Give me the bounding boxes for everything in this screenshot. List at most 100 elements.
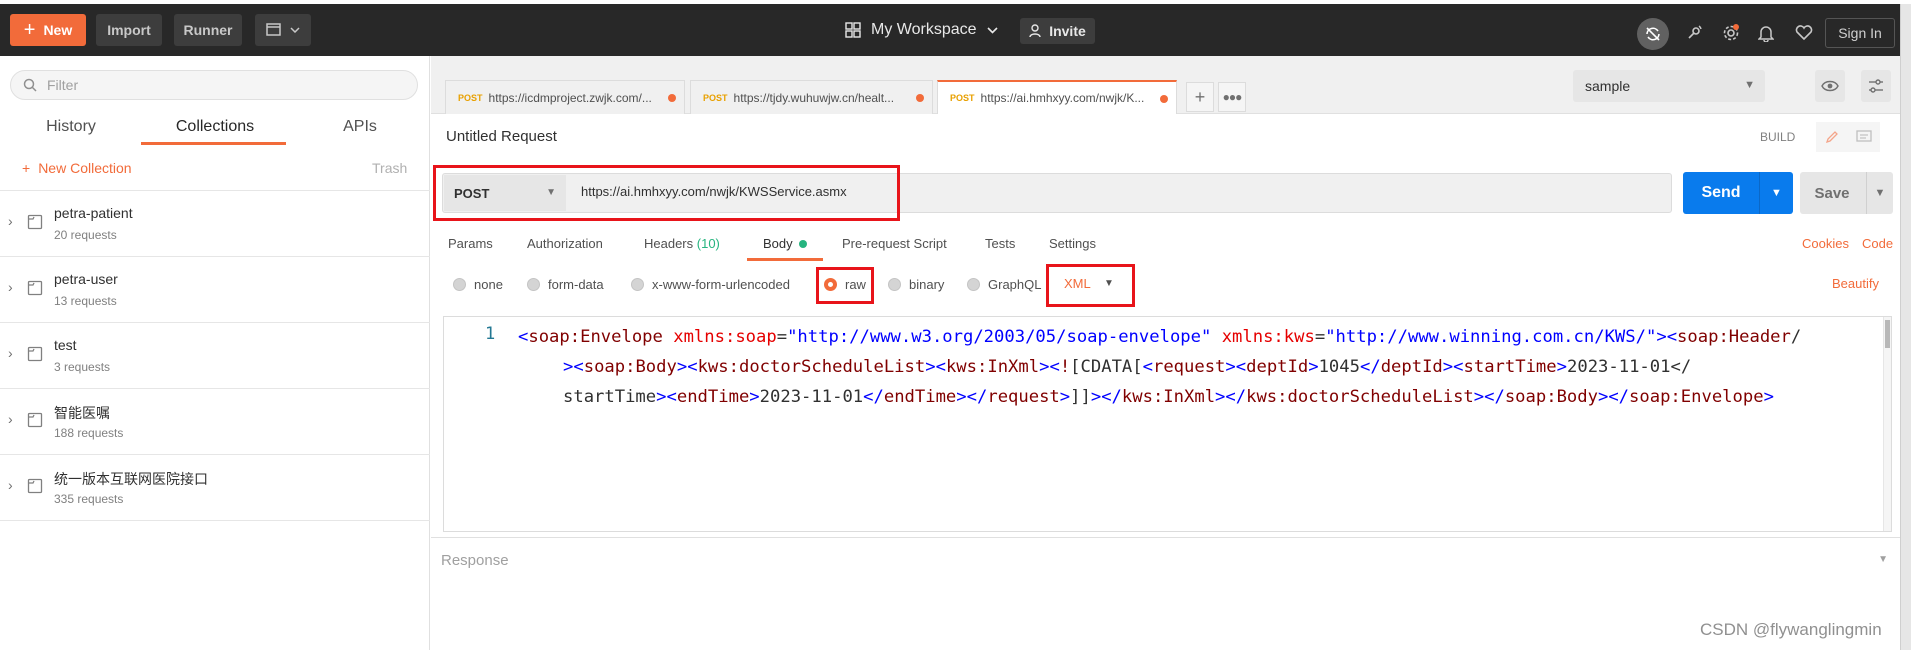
new-window-button[interactable] bbox=[255, 14, 311, 46]
unsaved-dot-icon bbox=[668, 94, 676, 102]
environment-quick-look-button[interactable] bbox=[1815, 70, 1845, 102]
satellite-icon bbox=[1688, 25, 1702, 39]
sign-in-button[interactable]: Sign In bbox=[1825, 18, 1895, 48]
collection-item[interactable]: › test 3 requests bbox=[0, 323, 430, 389]
beautify-link[interactable]: Beautify bbox=[1832, 276, 1879, 291]
collection-item[interactable]: › 智能医嘱 188 requests bbox=[0, 389, 430, 455]
collection-item[interactable]: › 统一版本互联网医院接口 335 requests bbox=[0, 455, 430, 521]
chevron-right-icon[interactable]: › bbox=[8, 345, 13, 361]
body-type-graphql[interactable]: GraphQL bbox=[967, 275, 1041, 293]
window-scrollbar[interactable] bbox=[1900, 4, 1911, 650]
chevron-right-icon[interactable]: › bbox=[8, 411, 13, 427]
add-user-icon bbox=[1029, 24, 1041, 38]
tab-collections[interactable]: Collections bbox=[170, 118, 260, 136]
tab-params[interactable]: Params bbox=[448, 236, 493, 251]
tab-history[interactable]: History bbox=[44, 118, 98, 136]
code-content[interactable]: <soap:Envelope xmlns:soap="http://www.w3… bbox=[518, 322, 1878, 412]
request-title[interactable]: Untitled Request bbox=[446, 128, 557, 145]
tab-settings[interactable]: Settings bbox=[1049, 236, 1096, 251]
url-input[interactable]: https://ai.hmhxyy.com/nwjk/KWSService.as… bbox=[581, 184, 847, 199]
collection-item[interactable]: › petra-user 13 requests bbox=[0, 257, 430, 323]
tab-options-button[interactable]: ●●● bbox=[1218, 82, 1246, 112]
radio-selected-icon bbox=[824, 277, 837, 291]
chevron-right-icon[interactable]: › bbox=[8, 477, 13, 493]
collection-name: petra-user bbox=[54, 271, 118, 287]
workspace-selector[interactable]: My Workspace bbox=[845, 14, 998, 46]
body-type-binary[interactable]: binary bbox=[888, 275, 944, 293]
interceptor-button[interactable] bbox=[1679, 18, 1709, 48]
runner-button-label: Runner bbox=[183, 22, 233, 38]
edit-button[interactable] bbox=[1816, 122, 1848, 152]
collection-folder-icon bbox=[27, 412, 43, 428]
method-select[interactable]: POST ▼ bbox=[444, 175, 566, 211]
body-type-none[interactable]: none bbox=[453, 275, 503, 293]
send-button[interactable]: Send ▼ bbox=[1683, 172, 1793, 214]
body-type-raw[interactable]: raw bbox=[824, 275, 866, 293]
response-label: Response bbox=[441, 552, 509, 569]
collection-name: 智能医嘱 bbox=[54, 405, 110, 421]
notifications-button[interactable] bbox=[1751, 18, 1781, 48]
environment-selector[interactable]: sample ▼ bbox=[1573, 70, 1765, 102]
body-type-urlencoded[interactable]: x-www-form-urlencoded bbox=[631, 275, 790, 293]
comments-button[interactable] bbox=[1848, 122, 1880, 152]
collection-name: 统一版本互联网医院接口 bbox=[54, 471, 208, 487]
request-tab[interactable]: POST https://icdmproject.zwjk.com/... bbox=[445, 80, 685, 114]
collection-name: test bbox=[54, 337, 77, 353]
tab-pre-request-script[interactable]: Pre-request Script bbox=[842, 236, 947, 251]
unsaved-dot-icon bbox=[1160, 95, 1168, 103]
comment-icon bbox=[1856, 130, 1872, 142]
editor-scrollbar[interactable] bbox=[1883, 317, 1891, 531]
header-bar: + New Import Runner My Workspace Invite … bbox=[0, 4, 1911, 56]
environment-label: sample bbox=[1585, 78, 1631, 94]
collection-folder-icon bbox=[27, 478, 43, 494]
new-tab-button[interactable]: + bbox=[1186, 82, 1214, 112]
body-type-label: form-data bbox=[548, 276, 604, 292]
collection-item[interactable]: › petra-patient 20 requests bbox=[0, 191, 430, 257]
chevron-right-icon[interactable]: › bbox=[8, 213, 13, 229]
response-panel[interactable]: Response ▼ bbox=[431, 537, 1900, 581]
code-line: <soap:Envelope xmlns:soap="http://www.w3… bbox=[518, 327, 1802, 347]
trash-link[interactable]: Trash bbox=[372, 160, 407, 176]
format-select[interactable]: XML bbox=[1064, 276, 1091, 291]
tab-body[interactable]: Body bbox=[763, 236, 807, 251]
chevron-right-icon[interactable]: › bbox=[8, 279, 13, 295]
settings-button[interactable] bbox=[1716, 18, 1746, 48]
favorites-button[interactable] bbox=[1789, 18, 1819, 48]
radio-icon bbox=[888, 277, 901, 291]
tab-authorization[interactable]: Authorization bbox=[527, 236, 603, 251]
scrollbar-thumb[interactable] bbox=[1885, 320, 1890, 348]
request-tab[interactable]: POST https://tjdy.wuhuwjw.cn/healt... bbox=[690, 80, 933, 114]
active-tab-indicator bbox=[141, 142, 286, 145]
tab-url: https://icdmproject.zwjk.com/... bbox=[488, 90, 652, 105]
pencil-icon bbox=[1825, 131, 1838, 144]
import-button[interactable]: Import bbox=[96, 14, 162, 46]
tab-body-label: Body bbox=[763, 236, 793, 251]
headers-count: (10) bbox=[696, 236, 720, 251]
tab-headers[interactable]: Headers (10) bbox=[644, 236, 720, 251]
active-tab-indicator bbox=[747, 258, 823, 261]
cookies-link[interactable]: Cookies bbox=[1802, 236, 1849, 251]
tab-apis[interactable]: APIs bbox=[340, 118, 380, 136]
filter-placeholder: Filter bbox=[47, 77, 79, 93]
caret-down-icon[interactable]: ▼ bbox=[1866, 172, 1893, 214]
request-tab-active[interactable]: POST https://ai.hmhxyy.com/nwjk/K... bbox=[937, 80, 1177, 114]
caret-down-icon[interactable]: ▼ bbox=[1878, 554, 1888, 565]
radio-icon bbox=[453, 277, 466, 291]
body-type-form-data[interactable]: form-data bbox=[527, 275, 604, 293]
sync-status-button[interactable] bbox=[1637, 18, 1669, 50]
filter-input[interactable]: Filter bbox=[10, 70, 418, 100]
code-line: ><soap:Body><kws:doctorScheduleList><kws… bbox=[563, 357, 1692, 377]
code-link[interactable]: Code bbox=[1862, 236, 1893, 251]
new-collection-button[interactable]: + New Collection bbox=[22, 160, 132, 176]
tab-tests[interactable]: Tests bbox=[985, 236, 1015, 251]
caret-down-icon[interactable]: ▼ bbox=[1760, 172, 1793, 214]
invite-button[interactable]: Invite bbox=[1020, 18, 1095, 44]
runner-button[interactable]: Runner bbox=[174, 14, 242, 46]
bell-icon bbox=[1758, 26, 1774, 42]
caret-down-icon[interactable]: ▼ bbox=[1104, 278, 1114, 289]
save-button[interactable]: Save ▼ bbox=[1800, 172, 1893, 214]
manage-environments-button[interactable] bbox=[1861, 70, 1891, 102]
body-type-label: raw bbox=[845, 276, 866, 292]
new-button[interactable]: + New bbox=[10, 14, 86, 46]
eye-icon bbox=[1821, 80, 1839, 92]
